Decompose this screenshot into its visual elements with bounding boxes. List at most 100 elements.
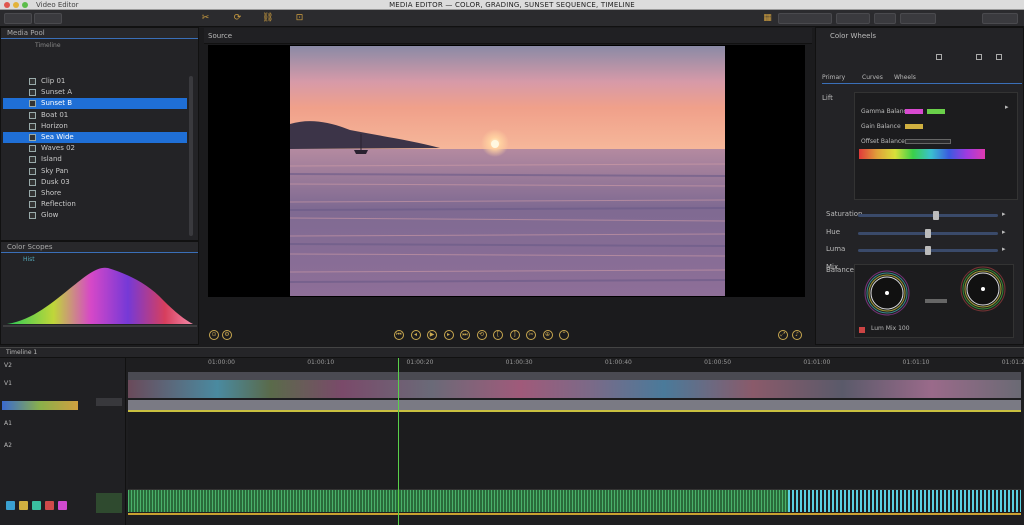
viewer-header: Source — [204, 28, 812, 44]
playhead[interactable] — [398, 358, 399, 525]
track-chip-blue[interactable] — [6, 501, 15, 510]
toolbar-import-button[interactable] — [34, 13, 62, 24]
inspector-paste-icon[interactable] — [996, 54, 1002, 60]
toolbar-help-button[interactable] — [982, 13, 1018, 24]
slider-label: Saturation — [826, 210, 863, 218]
media-item-label: Dusk 03 — [41, 177, 70, 186]
link-icon[interactable]: ⛓ — [262, 13, 273, 24]
slider-label: Luma — [826, 245, 846, 253]
transport-mark-out-button[interactable]: ] — [509, 330, 520, 340]
viewer-audio-icon[interactable]: ♪ — [792, 330, 802, 340]
tab-primary[interactable]: Primary — [822, 74, 845, 81]
media-item[interactable]: Reflection — [3, 199, 187, 210]
track-headers: V2 V1 A1 A2 — [0, 358, 126, 525]
transport-lift-button[interactable]: ⌃ — [559, 330, 569, 340]
timecode-label: 01:01:10 — [902, 359, 930, 366]
toolbar-settings-button[interactable] — [900, 13, 936, 24]
viewer-settings-icon[interactable]: ⚙ — [222, 330, 232, 340]
empty-track-area — [128, 412, 1021, 490]
media-pool-header: Media Pool — [1, 28, 198, 39]
media-item[interactable]: Shore — [3, 188, 187, 199]
viewer-zoom-icon[interactable]: ⊙ — [209, 330, 219, 340]
slider-knob[interactable] — [925, 228, 931, 238]
media-item[interactable]: Island — [3, 154, 187, 165]
media-item-label: Sunset B — [41, 99, 73, 108]
slider-reset-icon[interactable]: ▸ — [1002, 210, 1006, 218]
media-item[interactable]: Boat 01 — [3, 110, 187, 121]
clip-thumbnail-icon — [29, 134, 36, 141]
media-item-label: Island — [41, 155, 62, 164]
cut-icon[interactable]: ✂ — [200, 13, 211, 24]
track-label-a1: A1 — [4, 420, 12, 427]
lock-icon[interactable]: ⊡ — [294, 13, 305, 24]
slider-reset-icon[interactable]: ▸ — [1002, 228, 1006, 236]
clip-thumbnail-icon — [29, 178, 36, 186]
toolbar-render-button[interactable] — [778, 13, 832, 24]
media-item[interactable]: Sunset B — [3, 98, 187, 110]
slider-track[interactable] — [858, 246, 998, 255]
track-chip-yellow[interactable] — [19, 501, 28, 510]
media-item[interactable]: Sea Wide — [3, 132, 187, 143]
tab-curves[interactable]: Curves — [862, 74, 883, 81]
media-item[interactable]: Waves 02 — [3, 143, 187, 154]
color-wheels-box: Lum Mix 100 — [854, 264, 1014, 338]
track-chip-teal[interactable] — [32, 501, 41, 510]
tab-wheels[interactable]: Wheels — [894, 74, 916, 81]
grid-icon[interactable]: ▦ — [762, 13, 773, 24]
slider-track[interactable] — [858, 228, 998, 238]
media-item[interactable]: Dusk 03 — [3, 177, 187, 188]
transport-split-button[interactable]: ✂ — [526, 330, 536, 340]
transport-play-button[interactable]: ▶ — [427, 330, 437, 340]
clip-thumbnail-icon — [29, 167, 36, 175]
media-list-scrollbar[interactable] — [189, 76, 193, 236]
media-item-label: Sky Pan — [41, 166, 69, 175]
transport-loop-button[interactable]: ⟲ — [476, 330, 487, 340]
video-clip-strip[interactable] — [128, 380, 1021, 398]
slider-track[interactable] — [858, 211, 998, 220]
slider-reset-icon[interactable]: ▸ — [1002, 245, 1006, 253]
media-item-label: Sea Wide — [41, 133, 74, 141]
toolbar-media-button[interactable] — [4, 13, 32, 24]
media-item[interactable]: Sky Pan — [3, 166, 187, 177]
hue-spectrum-bar[interactable] — [859, 149, 985, 159]
media-item[interactable]: Horizon — [3, 121, 187, 132]
audio-waveform-track[interactable] — [128, 490, 1021, 512]
balance-row-3: Offset Balance — [861, 138, 905, 145]
track-color-bar — [2, 401, 78, 410]
inspector-reset-icon[interactable] — [936, 54, 942, 60]
timecode-ruler[interactable]: 01:00:00 01:00:10 01:00:20 01:00:30 01:00:40… — [128, 358, 1024, 368]
media-pool-subheader: Timeline — [35, 42, 61, 49]
balance-swatch-magenta — [905, 109, 923, 114]
wheels-section-label: Balance — [826, 266, 854, 274]
track-chip-red[interactable] — [45, 501, 54, 510]
scopes-panel: Color Scopes Hist — [0, 241, 199, 345]
transport-prev-button[interactable]: ◂ — [410, 330, 421, 340]
track-mute-toggle[interactable] — [96, 398, 122, 406]
media-item[interactable]: Glow — [3, 210, 187, 221]
inspector-copy-icon[interactable] — [976, 54, 982, 60]
sunset-video-frame — [290, 46, 725, 296]
media-item-label: Clip 01 — [41, 77, 66, 85]
color-balance-box: Gamma Balance Gain Balance Offset Balanc… — [854, 92, 1018, 200]
track-chip-magenta[interactable] — [58, 501, 67, 510]
viewer-fullscreen-icon[interactable]: ⤢ — [778, 330, 788, 340]
slider-knob[interactable] — [933, 211, 940, 220]
slider-knob[interactable] — [925, 246, 931, 255]
media-item[interactable]: Clip 01 — [3, 76, 187, 87]
balance-swatch-yellow — [905, 124, 923, 129]
transport-first-button[interactable]: ⏮ — [394, 330, 404, 340]
sync-icon[interactable]: ⟳ — [232, 13, 243, 24]
clip-thumbnail-icon — [29, 201, 36, 209]
track-label-v2: V2 — [4, 362, 12, 369]
video-track-v1[interactable] — [128, 400, 1021, 410]
toolbar-export-button[interactable] — [836, 13, 870, 24]
balance-expand-icon[interactable]: ▸ — [1005, 103, 1009, 111]
transport-snap-button[interactable]: ⊕ — [542, 330, 553, 340]
timecode-label: 01:00:20 — [406, 359, 434, 366]
transport-next-button[interactable]: ▸ — [443, 330, 454, 340]
timecode-label: 01:00:10 — [307, 359, 335, 366]
transport-mark-in-button[interactable]: [ — [493, 330, 503, 340]
media-item[interactable]: Sunset A — [3, 87, 187, 98]
toolbar-share-button[interactable] — [874, 13, 896, 24]
transport-last-button[interactable]: ⏭ — [460, 330, 470, 340]
